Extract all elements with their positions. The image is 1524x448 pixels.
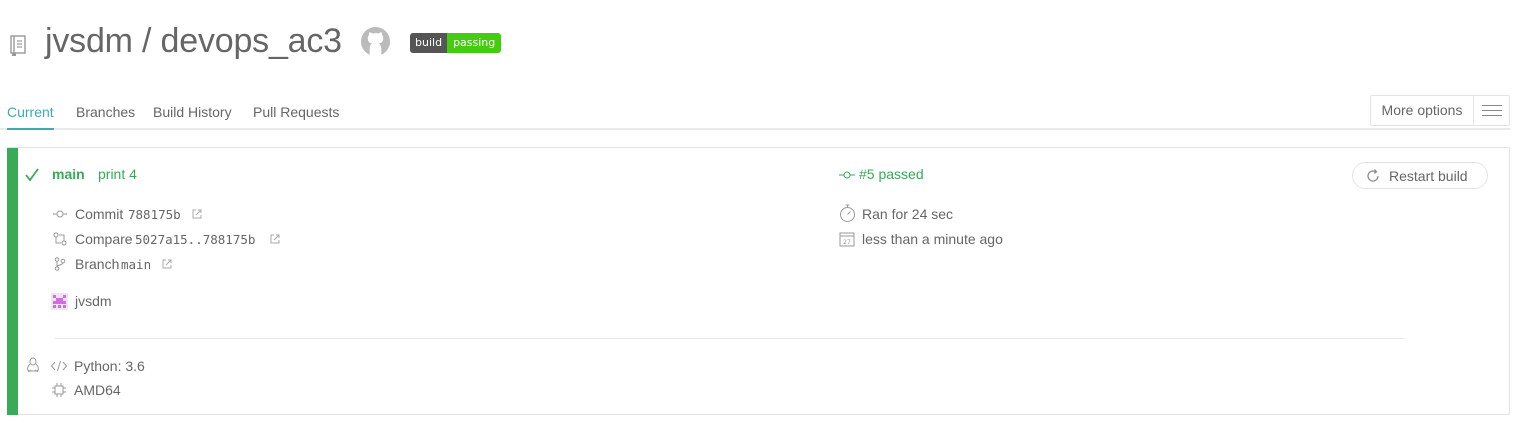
stopwatch-icon <box>840 204 855 222</box>
github-icon[interactable] <box>360 26 391 57</box>
repo-title[interactable]: jvsdm / devops_ac3 <box>45 22 342 61</box>
badge-status: passing <box>447 33 502 53</box>
badge-label: build <box>410 33 448 53</box>
build-duration: Ran for 24 sec <box>862 206 954 222</box>
restart-icon <box>1367 169 1379 182</box>
external-link-icon[interactable] <box>162 259 172 269</box>
commit-label: Commit <box>75 206 124 222</box>
branch-ref[interactable]: main <box>121 257 151 272</box>
commit-message: print 4 <box>98 166 137 182</box>
code-icon <box>51 360 67 372</box>
more-options-label: More options <box>1371 96 1474 125</box>
avatar[interactable] <box>51 293 68 310</box>
branch-label: Branch <box>75 256 120 272</box>
calendar-icon: 27 <box>839 232 855 247</box>
build-card: main print 4 Commit 788175b Compare 5027… <box>7 147 1510 415</box>
more-options-button[interactable]: More options <box>1370 95 1510 126</box>
build-status-badge[interactable]: build passing <box>410 33 502 53</box>
build-finished-time: less than a minute ago <box>862 231 1003 247</box>
repo-tabs: Current Branches Build History Pull Requ… <box>0 96 1510 130</box>
branch-name[interactable]: main <box>52 166 85 182</box>
compare-range[interactable]: 5027a15..788175b <box>135 232 255 247</box>
tab-current[interactable]: Current <box>7 104 54 130</box>
language-version: Python: 3.6 <box>74 358 145 374</box>
commit-icon <box>839 171 855 179</box>
tab-build-history[interactable]: Build History <box>153 104 232 120</box>
commit-hash[interactable]: 788175b <box>128 207 181 222</box>
tab-branches[interactable]: Branches <box>76 104 135 120</box>
branch-icon <box>54 257 66 271</box>
hamburger-icon[interactable] <box>1474 96 1509 125</box>
svg-text:27: 27 <box>843 239 851 246</box>
compare-icon <box>53 232 67 246</box>
check-icon <box>25 168 39 182</box>
repo-header: jvsdm / devops_ac3 build passing <box>0 18 600 68</box>
divider <box>55 338 1405 339</box>
restart-build-label: Restart build <box>1389 168 1468 184</box>
external-link-icon[interactable] <box>270 234 280 244</box>
compare-label: Compare <box>75 231 133 247</box>
architecture: AMD64 <box>74 382 121 398</box>
build-status-bar <box>7 148 18 415</box>
repo-icon <box>10 35 26 56</box>
cpu-icon <box>52 383 66 397</box>
external-link-icon[interactable] <box>192 209 202 219</box>
linux-icon <box>27 357 39 373</box>
restart-build-button[interactable]: Restart build <box>1352 162 1488 189</box>
tab-pull-requests[interactable]: Pull Requests <box>253 104 339 120</box>
author-name[interactable]: jvsdm <box>75 293 112 309</box>
commit-icon <box>53 210 67 218</box>
build-number-status[interactable]: #5 passed <box>859 166 924 182</box>
